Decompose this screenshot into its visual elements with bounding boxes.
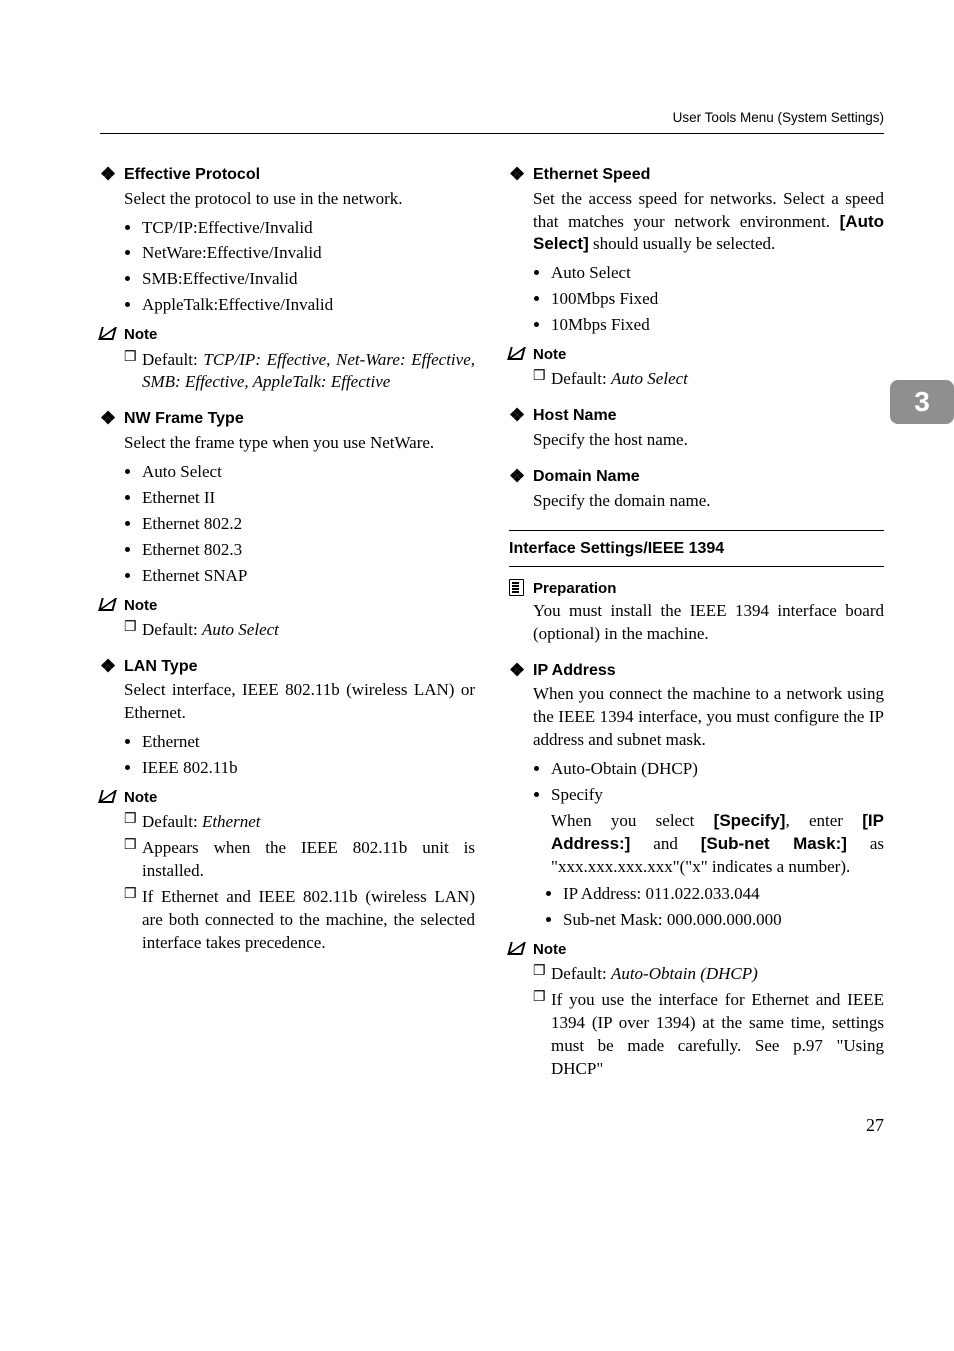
desc-ethernet-speed: Set the access speed for networks. Selec…	[509, 188, 884, 257]
text: , enter	[785, 811, 862, 830]
list-item: Specify	[551, 784, 884, 807]
text: and	[630, 834, 700, 853]
note-item: Default: Auto Select	[124, 619, 475, 642]
note-item: Default: TCP/IP: Effective, Net-Ware: Ef…	[124, 349, 475, 395]
note-pre: Default:	[551, 964, 611, 983]
note-icon: Note	[509, 345, 884, 365]
list-item: 100Mbps Fixed	[551, 288, 884, 311]
note-list: Default: Auto Select	[509, 368, 884, 391]
text-bold: [Specify]	[714, 811, 786, 830]
list-item: Sub-net Mask: 000.000.000.000	[563, 909, 884, 932]
note-item: If you use the interface for Ethernet an…	[533, 989, 884, 1081]
heading-host-name: Host Name	[509, 405, 884, 427]
list-item: Ethernet 802.3	[142, 539, 475, 562]
note-list: Default: Auto-Obtain (DHCP) If you use t…	[509, 963, 884, 1081]
desc-lan-type: Select interface, IEEE 802.11b (wireless…	[100, 679, 475, 725]
section-divider-ieee1394: Interface Settings/IEEE 1394	[509, 530, 884, 567]
text: When you select	[551, 811, 714, 830]
desc-nw-frame: Select the frame type when you use NetWa…	[100, 432, 475, 455]
desc-host-name: Specify the host name.	[509, 429, 884, 452]
list-item: IP Address: 011.022.033.044	[563, 883, 884, 906]
specify-detail: When you select [Specify], enter [IP Add…	[509, 810, 884, 879]
heading-effective-protocol: Effective Protocol	[100, 164, 475, 186]
note-val: Ethernet	[202, 812, 261, 831]
list-item: TCP/IP:Effective/Invalid	[142, 217, 475, 240]
note-item: Appears when the IEEE 802.11b unit is in…	[124, 837, 475, 883]
note-icon: Note	[509, 940, 884, 960]
left-column: Effective Protocol Select the protocol t…	[100, 150, 475, 1083]
list-item: Ethernet 802.2	[142, 513, 475, 536]
text: should usually be selected.	[589, 234, 776, 253]
page-header: User Tools Menu (System Settings)	[100, 50, 884, 134]
note-list: Default: TCP/IP: Effective, Net-Ware: Ef…	[100, 349, 475, 395]
note-pre: Default:	[142, 350, 203, 369]
note-list: Default: Auto Select	[100, 619, 475, 642]
chapter-number: 3	[914, 383, 930, 421]
list-item: NetWare:Effective/Invalid	[142, 242, 475, 265]
note-list: Default: Ethernet Appears when the IEEE …	[100, 811, 475, 955]
note-sep: ,	[326, 350, 336, 369]
page-number: 27	[100, 1113, 884, 1137]
preparation-icon: Preparation	[509, 579, 884, 599]
desc-effective-protocol: Select the protocol to use in the networ…	[100, 188, 475, 211]
note-pre: Default:	[142, 812, 202, 831]
list-ip-address: Auto-Obtain (DHCP) Specify	[509, 758, 884, 807]
list-item: Ethernet SNAP	[142, 565, 475, 588]
heading-ip-address: IP Address	[509, 660, 884, 682]
list-item: Auto Select	[142, 461, 475, 484]
heading-ethernet-speed: Ethernet Speed	[509, 164, 884, 186]
note-val: Auto Select	[202, 620, 279, 639]
text: Set the access speed for networks. Selec…	[533, 189, 884, 231]
note-item: Default: Auto-Obtain (DHCP)	[533, 963, 884, 986]
note-val: TCP/IP: Effective	[203, 350, 326, 369]
list-lan-type: Ethernet IEEE 802.11b	[100, 731, 475, 780]
list-ip-sub: IP Address: 011.022.033.044 Sub-net Mask…	[509, 883, 884, 932]
note-item: Default: Auto Select	[533, 368, 884, 391]
note-pre: Default:	[142, 620, 202, 639]
list-item: Ethernet II	[142, 487, 475, 510]
list-item: Auto Select	[551, 262, 884, 285]
note-val: Auto-Obtain (DHCP)	[611, 964, 758, 983]
note-val: Auto Select	[611, 369, 688, 388]
note-pre: Default:	[551, 369, 611, 388]
chapter-tab: 3	[890, 380, 954, 424]
list-item: Auto-Obtain (DHCP)	[551, 758, 884, 781]
list-item: 10Mbps Fixed	[551, 314, 884, 337]
desc-ip-address: When you connect the machine to a networ…	[509, 683, 884, 752]
list-item: SMB:Effective/Invalid	[142, 268, 475, 291]
heading-domain-name: Domain Name	[509, 466, 884, 488]
note-icon: Note	[100, 596, 475, 616]
note-item: Default: Ethernet	[124, 811, 475, 834]
list-ethernet-speed: Auto Select 100Mbps Fixed 10Mbps Fixed	[509, 262, 884, 337]
text-bold: [Sub-net Mask:]	[701, 834, 847, 853]
list-item: Ethernet	[142, 731, 475, 754]
list-effective-protocol: TCP/IP:Effective/Invalid NetWare:Effecti…	[100, 217, 475, 318]
section-title: Interface Settings/IEEE 1394	[509, 540, 724, 557]
right-column: Ethernet Speed Set the access speed for …	[509, 150, 884, 1083]
header-title: User Tools Menu (System Settings)	[673, 109, 884, 127]
desc-domain-name: Specify the domain name.	[509, 490, 884, 513]
heading-nw-frame: NW Frame Type	[100, 408, 475, 430]
list-item: AppleTalk:Effective/Invalid	[142, 294, 475, 317]
note-icon: Note	[100, 788, 475, 808]
preparation-text: You must install the IEEE 1394 interface…	[509, 600, 884, 646]
note-item: If Ethernet and IEEE 802.11b (wireless L…	[124, 886, 475, 955]
list-nw-frame: Auto Select Ethernet II Ethernet 802.2 E…	[100, 461, 475, 588]
note-icon: Note	[100, 325, 475, 345]
list-item: IEEE 802.11b	[142, 757, 475, 780]
heading-lan-type: LAN Type	[100, 656, 475, 678]
